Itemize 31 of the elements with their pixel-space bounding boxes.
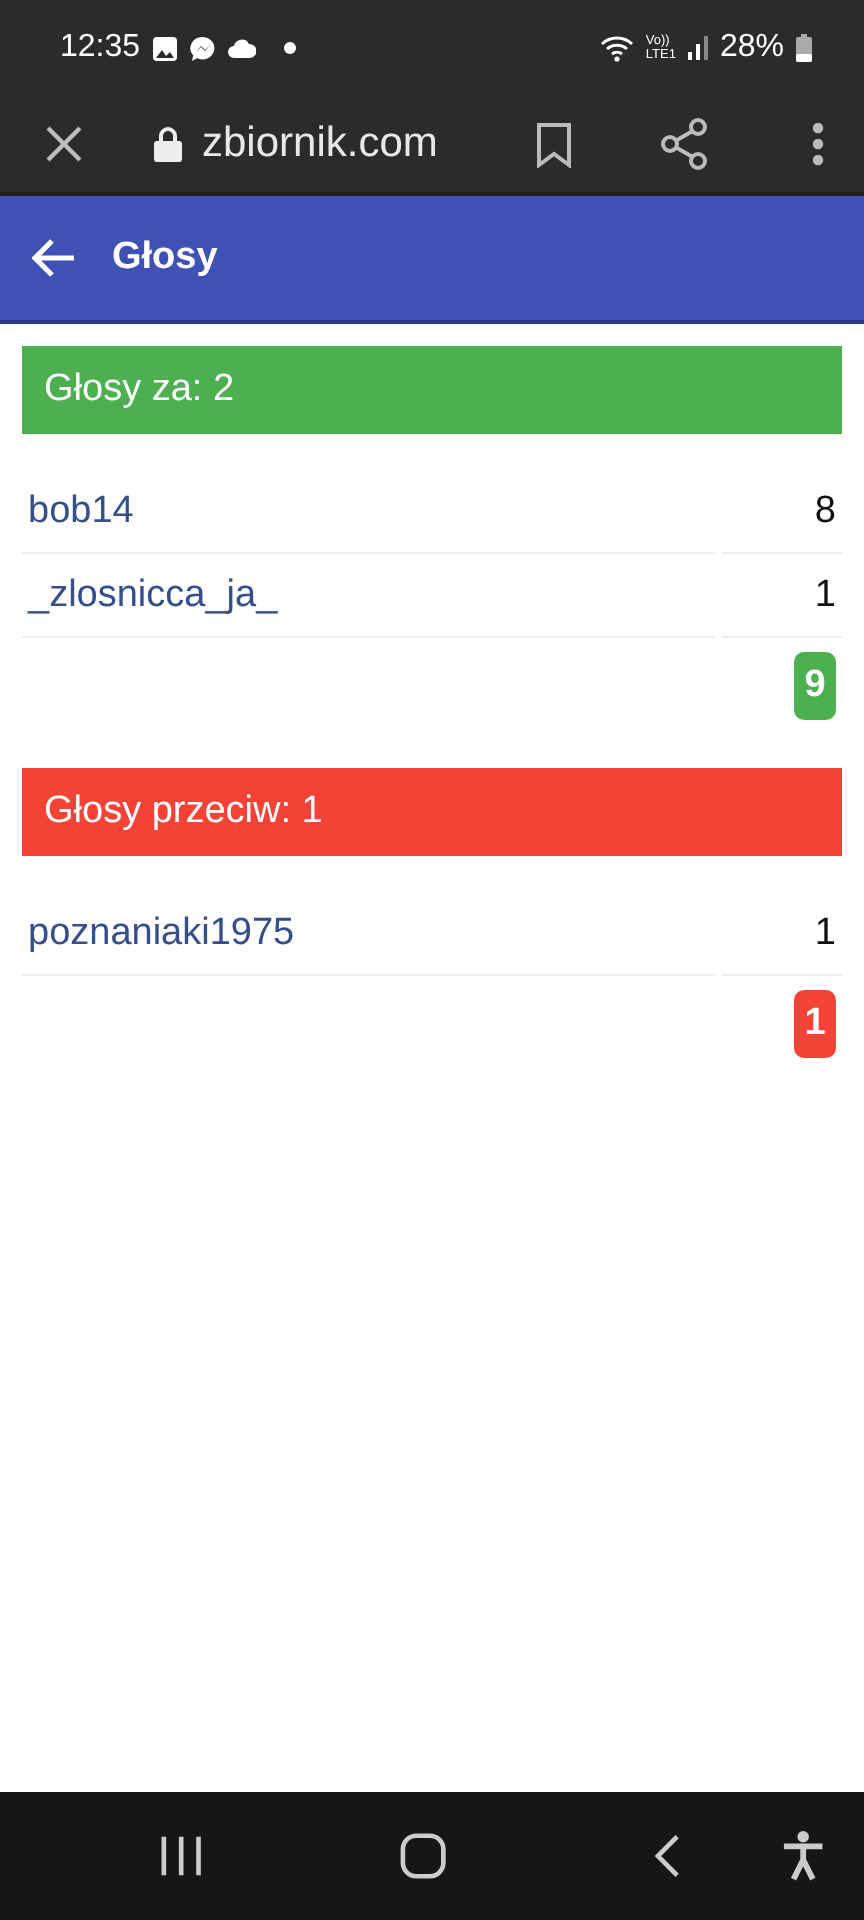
cloud-icon <box>228 37 257 59</box>
vote-count: 8 <box>722 470 842 554</box>
lock-icon <box>154 126 182 162</box>
section-header: Głosy za: 2 <box>22 346 842 434</box>
more-menu-icon[interactable] <box>812 122 824 166</box>
page-title: Głosy <box>112 236 218 280</box>
dot-icon <box>284 42 297 54</box>
total-badge: 9 <box>794 652 836 720</box>
wifi-icon <box>599 34 634 62</box>
username-link[interactable]: poznaniaki1975 <box>22 892 716 976</box>
back-icon[interactable] <box>654 1832 682 1880</box>
battery-percent: 28% <box>719 30 784 66</box>
username-link[interactable]: _zlosnicca_ja_ <box>22 554 716 638</box>
close-icon[interactable] <box>44 124 84 164</box>
signal-icon <box>687 36 708 60</box>
total-badge: 1 <box>794 990 836 1058</box>
vote-count: 1 <box>722 554 842 638</box>
url-text[interactable]: zbiornik.com <box>202 120 438 168</box>
vote-count: 1 <box>722 892 842 976</box>
image-icon <box>152 35 179 61</box>
home-icon[interactable] <box>400 1832 447 1880</box>
recent-apps-icon[interactable] <box>160 1836 203 1876</box>
clock-time: 12:35 <box>60 30 141 66</box>
share-icon[interactable] <box>660 118 708 170</box>
bookmark-icon[interactable] <box>536 121 572 167</box>
chat-bubble-icon <box>190 35 217 61</box>
accessibility-icon[interactable] <box>781 1830 824 1882</box>
section-header: Głosy przeciw: 1 <box>22 768 842 856</box>
back-arrow-icon[interactable] <box>32 238 76 278</box>
username-link[interactable]: bob14 <box>22 470 716 554</box>
battery-icon <box>796 34 812 62</box>
